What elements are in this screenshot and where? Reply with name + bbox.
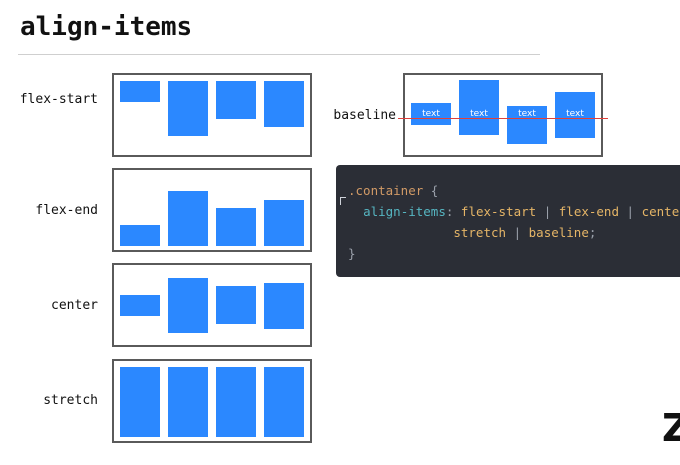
center-item-1 <box>120 295 160 316</box>
title-divider <box>18 54 540 55</box>
code-semicolon: ; <box>588 225 597 240</box>
mouse-cursor-icon <box>340 197 346 205</box>
row-label-flex-end: flex-end <box>35 203 98 218</box>
flex-start-item-1 <box>120 81 160 102</box>
code-line-values: stretch | baseline; <box>348 222 680 243</box>
row-label-stretch: stretch <box>43 393 98 408</box>
code-separator: | <box>626 204 635 219</box>
stretch-container <box>112 359 312 443</box>
baseline-item-3: text <box>507 106 547 144</box>
baseline-item-2: text <box>459 80 499 135</box>
row-label-flex-start: flex-start <box>19 92 98 107</box>
code-value-flex-start: flex-start <box>460 204 537 219</box>
code-panel: .container { align-items: flex-start | f… <box>336 165 680 277</box>
code-open-brace: { <box>430 183 439 198</box>
flex-end-item-3 <box>216 208 256 246</box>
row-label-center: center <box>51 298 98 313</box>
baseline-item-1: text <box>411 103 451 125</box>
row-label-baseline: baseline <box>333 108 396 123</box>
center-item-4 <box>264 283 304 329</box>
code-colon: : <box>445 204 454 219</box>
flex-end-item-1 <box>120 225 160 246</box>
code-line-selector: .container { <box>348 180 680 201</box>
code-value-baseline: baseline <box>528 225 589 240</box>
baseline-guide-line <box>398 118 608 119</box>
center-item-3 <box>216 286 256 324</box>
flex-start-item-3 <box>216 81 256 119</box>
center-item-2 <box>168 278 208 333</box>
baseline-item-4: text <box>555 92 595 138</box>
flex-end-item-2 <box>168 191 208 246</box>
flex-start-item-4 <box>264 81 304 127</box>
flex-end-container <box>112 168 312 252</box>
stretch-item-4 <box>264 367 304 437</box>
stretch-item-3 <box>216 367 256 437</box>
code-property: align-items <box>363 204 446 219</box>
code-value-center: cente <box>641 204 680 219</box>
code-separator: | <box>543 204 552 219</box>
stretch-item-2 <box>168 367 208 437</box>
flex-start-item-2 <box>168 81 208 136</box>
code-value-flex-end: flex-end <box>558 204 619 219</box>
baseline-container: text text text text <box>403 73 603 157</box>
flex-start-container <box>112 73 312 157</box>
page-title: align-items <box>20 12 193 42</box>
code-line-property: align-items: flex-start | flex-end | cen… <box>348 201 680 222</box>
stretch-item-1 <box>120 367 160 437</box>
code-value-stretch: stretch <box>453 225 507 240</box>
flex-end-item-4 <box>264 200 304 246</box>
center-container <box>112 263 312 347</box>
code-line-close: } <box>348 243 680 264</box>
code-selector: .container <box>348 183 424 198</box>
code-separator: | <box>513 225 522 240</box>
code-close-brace: } <box>348 246 356 261</box>
corner-logo-glyph: Z <box>662 406 680 450</box>
